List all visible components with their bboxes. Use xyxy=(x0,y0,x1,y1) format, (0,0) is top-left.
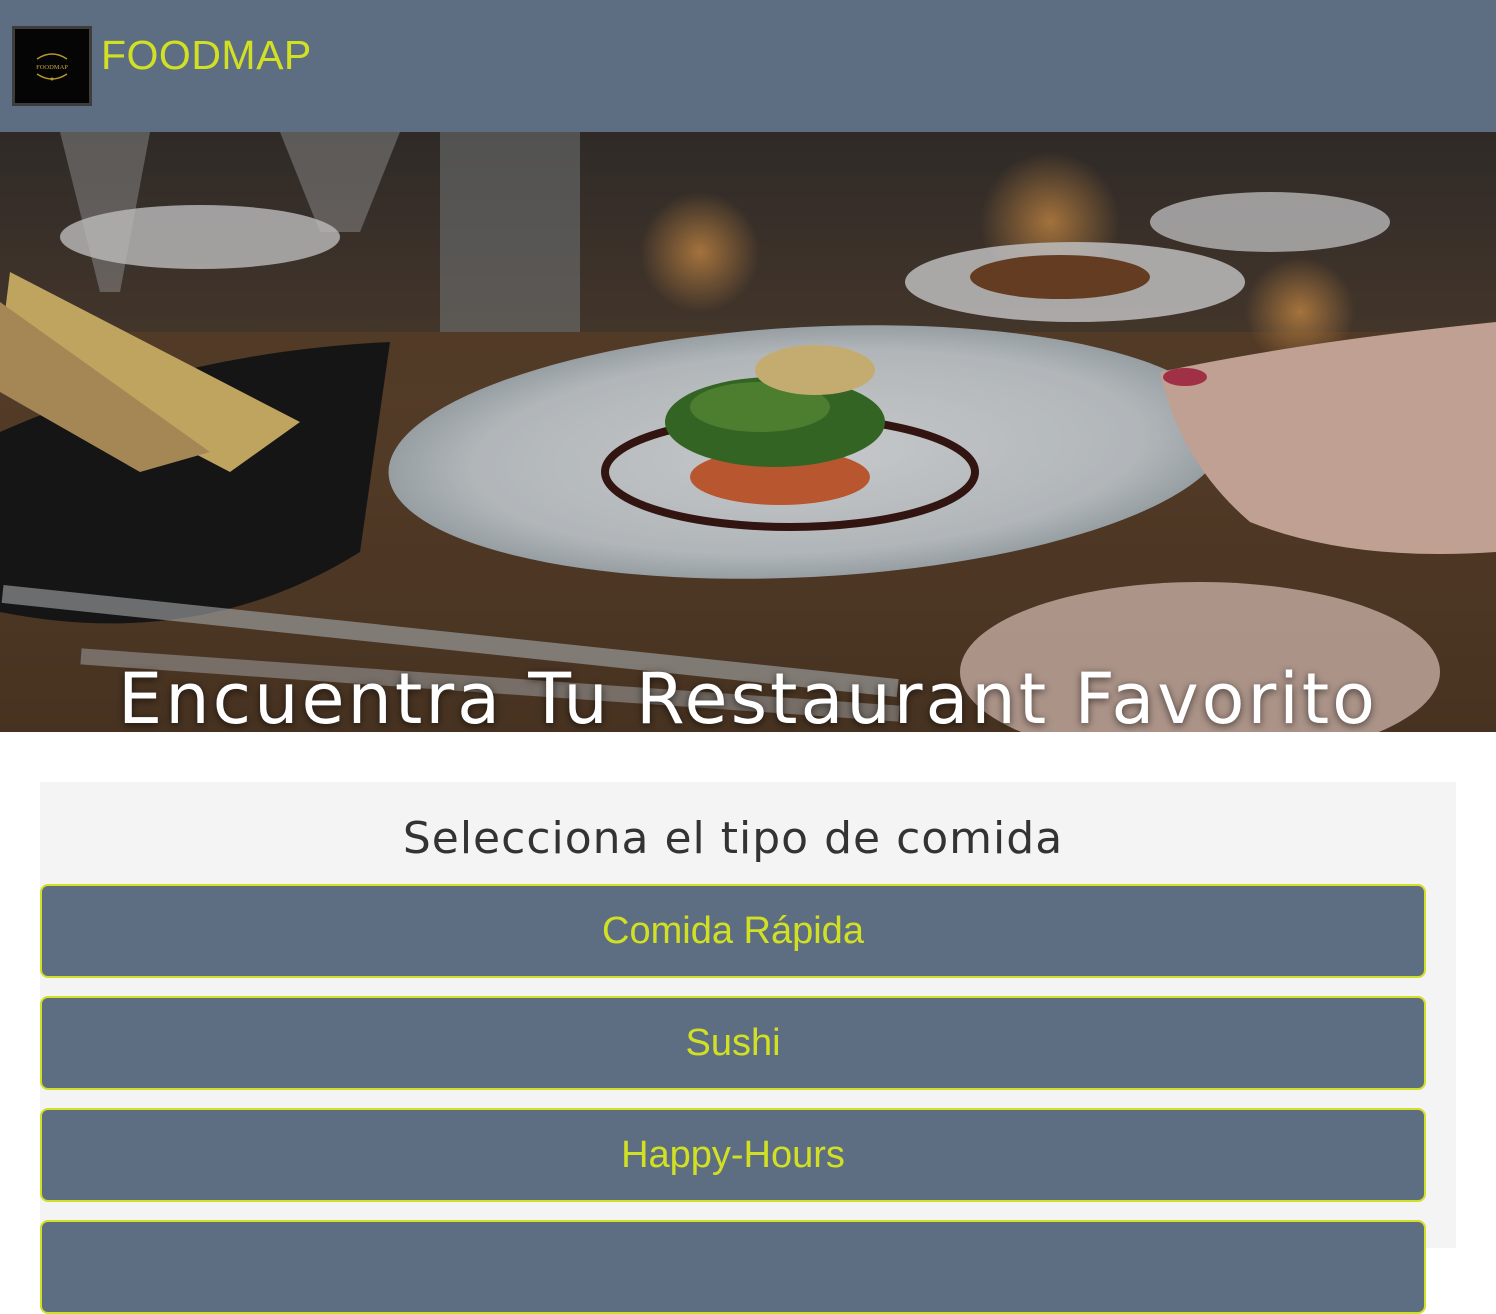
panel-title: Selecciona el tipo de comida xyxy=(402,813,1064,864)
top-navbar: FOODMAP FOODMAP xyxy=(0,0,1496,132)
hero-banner: Encuentra Tu Restaurant Favorito xyxy=(0,132,1496,732)
category-button-happy-hours[interactable]: Happy-Hours xyxy=(40,1108,1426,1202)
hero-title: Encuentra Tu Restaurant Favorito xyxy=(118,658,1378,732)
logo-text: FOODMAP xyxy=(36,64,68,71)
brand-name[interactable]: FOODMAP xyxy=(101,30,312,80)
restaurant-dish-photo xyxy=(0,132,1496,732)
food-type-panel: Selecciona el tipo de comida Comida Rápi… xyxy=(40,782,1456,1314)
category-button-partial[interactable] xyxy=(40,1220,1426,1314)
foodmap-logo-icon[interactable]: FOODMAP xyxy=(12,26,92,106)
logo-emblem: FOODMAP xyxy=(15,29,89,103)
category-button-comida-rapida[interactable]: Comida Rápida xyxy=(40,884,1426,978)
category-button-sushi[interactable]: Sushi xyxy=(40,996,1426,1090)
